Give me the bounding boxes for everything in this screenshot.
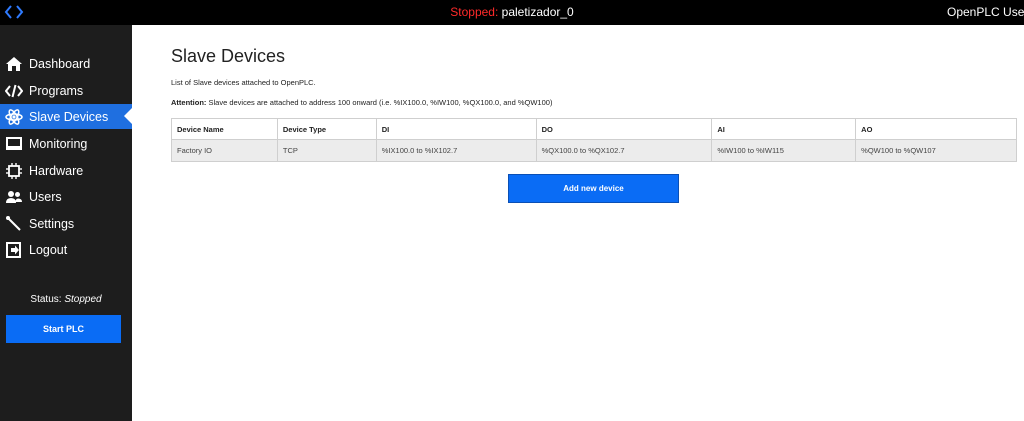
user-name[interactable]: OpenPLC User (947, 5, 1024, 20)
plc-status: Status: Stopped (0, 294, 132, 305)
sidebar-item-settings[interactable]: Settings (0, 211, 132, 236)
table-header-row: Device Name Device Type DI DO AI AO (171, 118, 1017, 140)
sidebar-item-label: Hardware (29, 163, 84, 178)
sidebar-item-label: Programs (29, 83, 84, 98)
main-content: Slave Devices List of Slave devices atta… (132, 25, 1024, 421)
users-icon (4, 188, 24, 206)
chip-icon (4, 162, 24, 180)
add-new-device-button[interactable]: Add new device (508, 174, 679, 203)
slave-devices-table: Device Name Device Type DI DO AI AO Fact… (171, 118, 1017, 162)
sidebar-item-dashboard[interactable]: Dashboard (0, 51, 132, 76)
code-icon (4, 82, 24, 100)
attention-text: Slave devices are attached to address 10… (208, 98, 553, 107)
sidebar-item-label: Monitoring (29, 136, 88, 151)
status-label: Status: (30, 294, 62, 305)
sidebar-item-programs[interactable]: Programs (0, 78, 132, 103)
table-row[interactable]: Factory IO TCP %IX100.0 to %IX102.7 %QX1… (171, 139, 1017, 162)
monitor-icon (4, 135, 24, 153)
column-header: AI (711, 118, 857, 140)
column-header: Device Type (276, 118, 377, 140)
table-cell: TCP (276, 139, 377, 162)
sidebar-item-label: Users (29, 189, 62, 204)
attention-note: Attention: Slave devices are attached to… (171, 98, 552, 107)
sidebar-item-slave-devices[interactable]: Slave Devices (0, 104, 132, 129)
home-icon (4, 55, 24, 73)
table-cell: %QW100 to %QW107 (855, 139, 1017, 162)
table-cell: %IW100 to %IW115 (711, 139, 857, 162)
page-description: List of Slave devices attached to OpenPL… (171, 78, 316, 87)
page-title: Slave Devices (171, 46, 286, 66)
table-cell: %IX100.0 to %IX102.7 (375, 139, 537, 162)
sidebar: Dashboard Programs Slave Devices Monitor… (0, 25, 132, 421)
status-word: Stopped: (450, 5, 499, 19)
program-name: paletizador_0 (501, 5, 574, 19)
column-header: Device Name (171, 118, 278, 140)
status-value: Stopped (64, 294, 102, 305)
sidebar-item-logout[interactable]: Logout (0, 237, 132, 262)
sidebar-item-users[interactable]: Users (0, 184, 132, 209)
sidebar-item-label: Slave Devices (29, 109, 109, 124)
start-plc-button[interactable]: Start PLC (6, 315, 121, 343)
column-header: AO (855, 118, 1017, 140)
column-header: DI (375, 118, 537, 140)
sidebar-item-label: Dashboard (29, 56, 91, 71)
table-cell: %QX100.0 to %QX102.7 (535, 139, 713, 162)
wrench-icon (4, 215, 24, 233)
top-bar: Stopped: paletizador_0 OpenPLC User (0, 0, 1024, 25)
table-cell: Factory IO (171, 139, 278, 162)
attention-label: Attention: (171, 98, 207, 107)
column-header: DO (535, 118, 713, 140)
atom-icon (4, 108, 24, 126)
sidebar-item-hardware[interactable]: Hardware (0, 158, 132, 183)
sidebar-item-label: Logout (29, 242, 68, 257)
sidebar-item-label: Settings (29, 216, 75, 231)
logout-icon (4, 241, 24, 259)
sidebar-item-monitoring[interactable]: Monitoring (0, 131, 132, 156)
plc-status-header: Stopped: paletizador_0 (0, 5, 1024, 20)
